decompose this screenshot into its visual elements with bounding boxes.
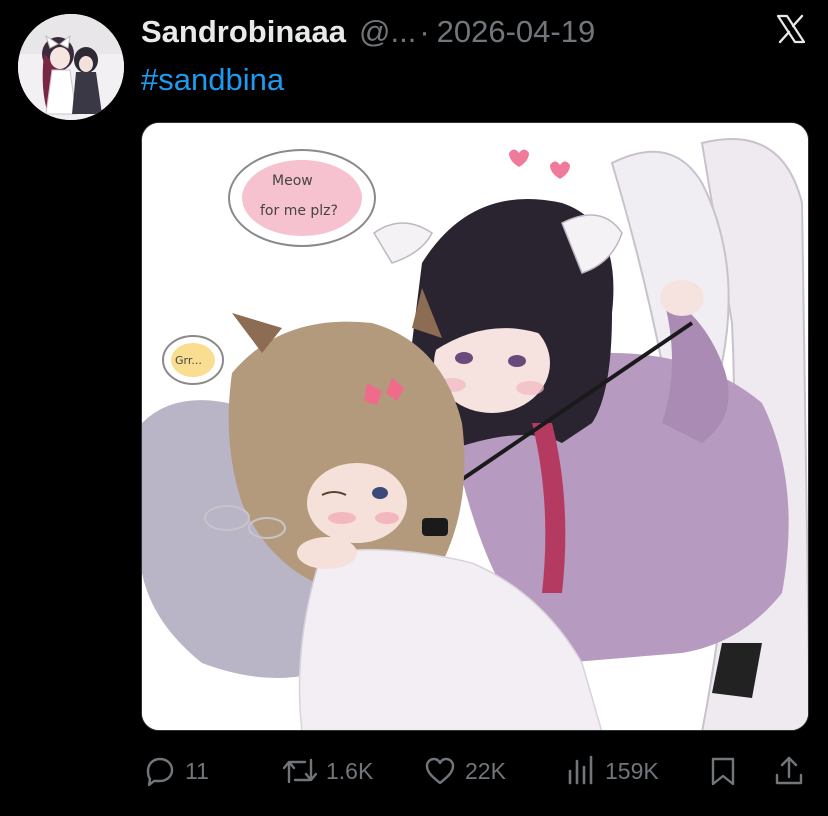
post-date[interactable]: 2026-04-19	[437, 10, 596, 54]
author-avatar[interactable]	[18, 14, 124, 120]
illustration: Meow for me plz? Grr...	[142, 123, 808, 730]
bookmark-icon	[708, 755, 738, 787]
like-button[interactable]: 22K	[424, 748, 506, 794]
display-name[interactable]: Sandrobinaaa	[141, 10, 346, 54]
views-chart-icon	[566, 755, 596, 787]
separator-dot: ·	[419, 14, 430, 49]
repost-button[interactable]: 1.6K	[283, 748, 373, 794]
user-handle[interactable]: @...	[359, 10, 416, 54]
heart-icon	[424, 755, 456, 787]
reply-count: 11	[185, 757, 209, 784]
repost-count: 1.6K	[326, 757, 374, 784]
post-header: Sandrobinaaa @... · 2026-04-19	[141, 10, 701, 54]
repost-icon	[283, 755, 317, 787]
views-count: 159K	[605, 757, 659, 784]
reply-button[interactable]: 11	[144, 748, 209, 794]
action-bar: 11 1.6K 22K 159K	[0, 748, 828, 794]
x-logo-icon[interactable]	[775, 13, 807, 45]
share-icon	[774, 755, 804, 787]
speech-bubble-text-3: Grr...	[175, 354, 202, 367]
hashtag-link[interactable]: #sandbina	[141, 58, 284, 102]
post-image[interactable]: Meow for me plz? Grr...	[141, 122, 809, 731]
bookmark-button[interactable]	[708, 748, 738, 794]
like-count: 22K	[465, 757, 506, 784]
avatar-image	[18, 14, 124, 120]
speech-bubble-text-1: Meow	[272, 173, 313, 189]
share-button[interactable]	[774, 748, 804, 794]
views-button[interactable]: 159K	[566, 748, 659, 794]
reply-icon	[144, 755, 176, 787]
speech-bubble-text-2: for me plz?	[260, 203, 338, 219]
